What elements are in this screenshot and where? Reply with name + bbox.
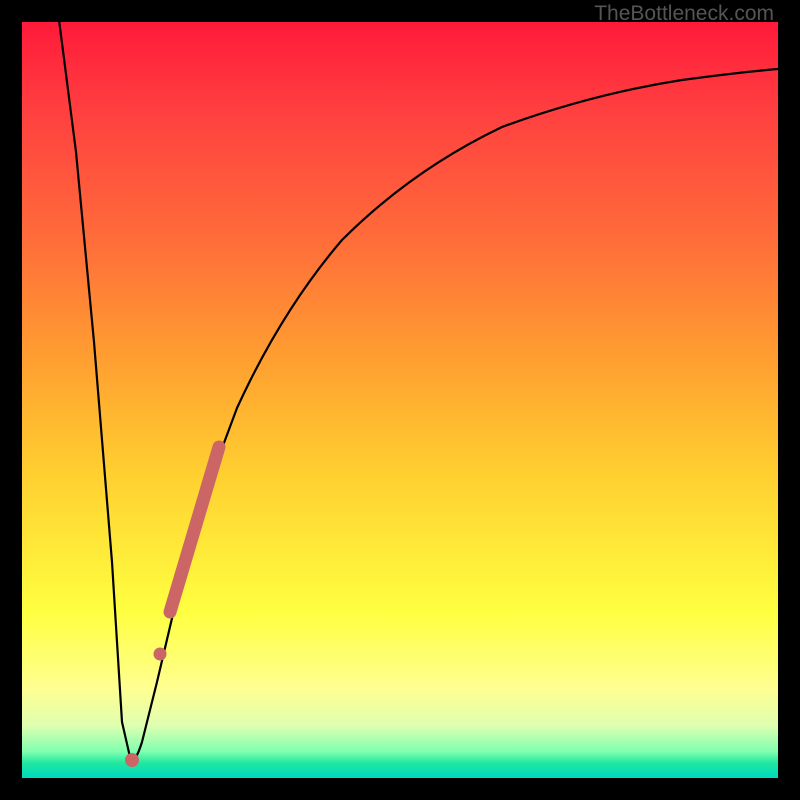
marker-thick-segment (170, 447, 219, 612)
curve-path (58, 22, 778, 760)
plot-area (22, 22, 778, 778)
marker-dot-min (125, 753, 139, 767)
watermark-text: TheBottleneck.com (594, 2, 774, 26)
chart-frame: TheBottleneck.com (0, 0, 800, 800)
marker-dot-mid (154, 648, 167, 661)
bottleneck-curve (22, 22, 778, 778)
